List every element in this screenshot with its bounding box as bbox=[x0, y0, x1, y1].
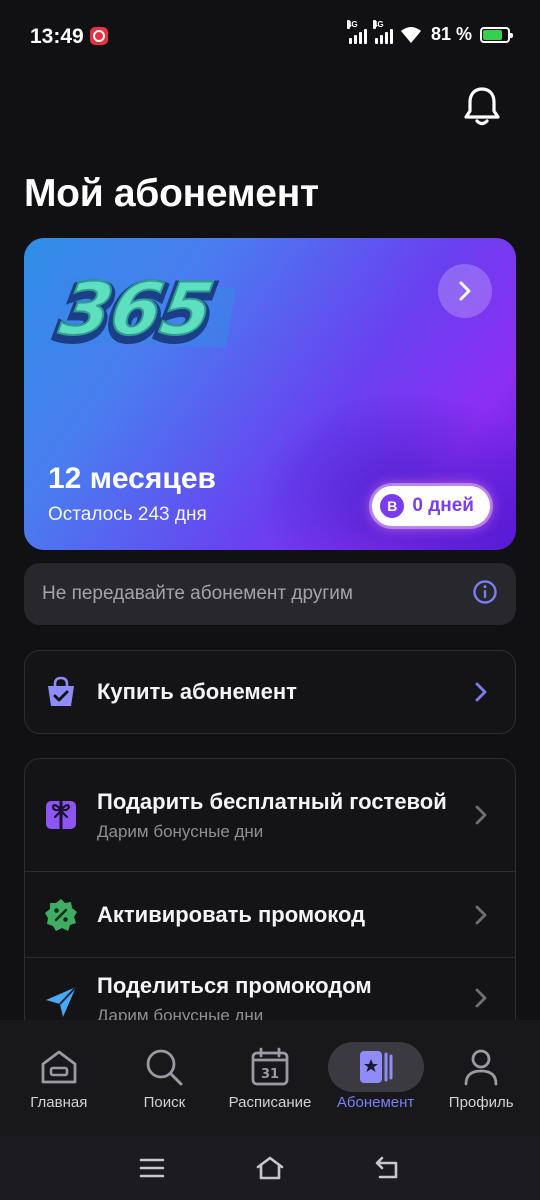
activate-promo-row[interactable]: Активировать промокод bbox=[25, 871, 515, 957]
nav-search-label: Поиск bbox=[143, 1094, 186, 1111]
shopping-bag-icon bbox=[43, 674, 79, 710]
chevron-right-icon bbox=[471, 682, 491, 702]
transfer-notice: Не передавайте абонемент другим bbox=[24, 563, 516, 625]
bottom-navigation: Главная Поиск 31 Расписание Абонемент Пр… bbox=[0, 1020, 540, 1136]
search-icon bbox=[146, 1049, 183, 1086]
profile-icon bbox=[464, 1049, 498, 1086]
back-arrow-icon bbox=[375, 1156, 398, 1179]
gift-guest-label: Подарить бесплатный гостевой bbox=[97, 789, 447, 814]
send-arrow-icon bbox=[43, 984, 79, 1020]
recent-apps-button[interactable] bbox=[136, 1152, 168, 1184]
subscription-remaining: Осталось 243 дня bbox=[48, 504, 207, 525]
home-icon bbox=[41, 1050, 77, 1084]
info-icon[interactable] bbox=[472, 579, 498, 610]
svg-text:365: 365 bbox=[54, 269, 219, 352]
nav-membership-label: Абонемент bbox=[336, 1094, 415, 1111]
subscription-duration: 12 месяцев bbox=[48, 462, 216, 495]
svg-text:31: 31 bbox=[261, 1067, 279, 1082]
bell-icon bbox=[464, 87, 500, 126]
system-navigation-bar bbox=[0, 1136, 540, 1200]
chevron-right-icon bbox=[471, 988, 491, 1008]
buy-block: Купить абонемент bbox=[24, 650, 516, 734]
subscription-card[interactable]: 365 365 12 месяцев Осталось 243 дня B 0 … bbox=[24, 238, 516, 550]
status-bar: 13:49 4G 4G 81 % bbox=[0, 0, 540, 72]
nav-home[interactable]: Главная bbox=[7, 1020, 111, 1136]
membership-icon bbox=[359, 1051, 393, 1083]
nav-profile[interactable]: Профиль bbox=[429, 1020, 533, 1136]
bonus-coin-icon: B bbox=[380, 494, 405, 518]
buy-subscription-row[interactable]: Купить абонемент bbox=[25, 651, 515, 733]
nav-schedule-label: Расписание bbox=[228, 1094, 312, 1111]
activate-promo-label: Активировать промокод bbox=[97, 901, 366, 927]
nav-schedule[interactable]: 31 Расписание bbox=[218, 1020, 322, 1136]
bonus-days-badge[interactable]: B 0 дней bbox=[372, 486, 490, 526]
bonus-days-text: 0 дней bbox=[412, 495, 474, 516]
buy-subscription-label: Купить абонемент bbox=[97, 679, 297, 704]
nav-profile-label: Профиль bbox=[448, 1094, 514, 1111]
promo-block: Подарить бесплатный гостевой Дарим бонус… bbox=[24, 758, 516, 1058]
share-promo-label: Поделиться промокодом bbox=[97, 973, 372, 998]
notice-text: Не передавайте абонемент другим bbox=[42, 583, 353, 604]
gift-guest-row[interactable]: Подарить бесплатный гостевой Дарим бонус… bbox=[25, 759, 515, 871]
calendar-icon: 31 bbox=[251, 1047, 289, 1086]
gift-guest-subtitle: Дарим бонусные дни bbox=[97, 822, 264, 841]
nav-membership[interactable]: Абонемент bbox=[324, 1020, 428, 1136]
cell-signal-icon-2: 4G bbox=[372, 19, 393, 44]
wifi-icon bbox=[399, 26, 423, 44]
back-button[interactable] bbox=[372, 1152, 404, 1184]
home-outline-icon bbox=[256, 1156, 284, 1180]
card-open-button[interactable] bbox=[438, 264, 492, 318]
cell-signal-icon: 4G bbox=[346, 19, 367, 44]
status-time: 13:49 bbox=[30, 25, 84, 48]
battery-icon bbox=[480, 26, 513, 43]
page-title: Мой абонемент bbox=[24, 172, 319, 215]
chevron-right-icon bbox=[471, 805, 491, 825]
discount-badge-icon bbox=[43, 897, 79, 933]
nav-home-label: Главная bbox=[30, 1094, 88, 1111]
status-indicators: 4G 4G 81 % bbox=[346, 19, 513, 45]
chevron-right-icon bbox=[459, 281, 471, 301]
card-logo-365: 365 365 bbox=[46, 258, 246, 373]
notification-app-icon bbox=[90, 27, 108, 45]
home-button[interactable] bbox=[254, 1152, 286, 1184]
chevron-right-icon bbox=[471, 905, 491, 925]
gift-icon bbox=[43, 797, 79, 833]
nav-search[interactable]: Поиск bbox=[112, 1020, 216, 1136]
notifications-button[interactable] bbox=[462, 84, 502, 128]
menu-lines-icon bbox=[139, 1158, 165, 1178]
battery-percent: 81 % bbox=[430, 24, 472, 44]
